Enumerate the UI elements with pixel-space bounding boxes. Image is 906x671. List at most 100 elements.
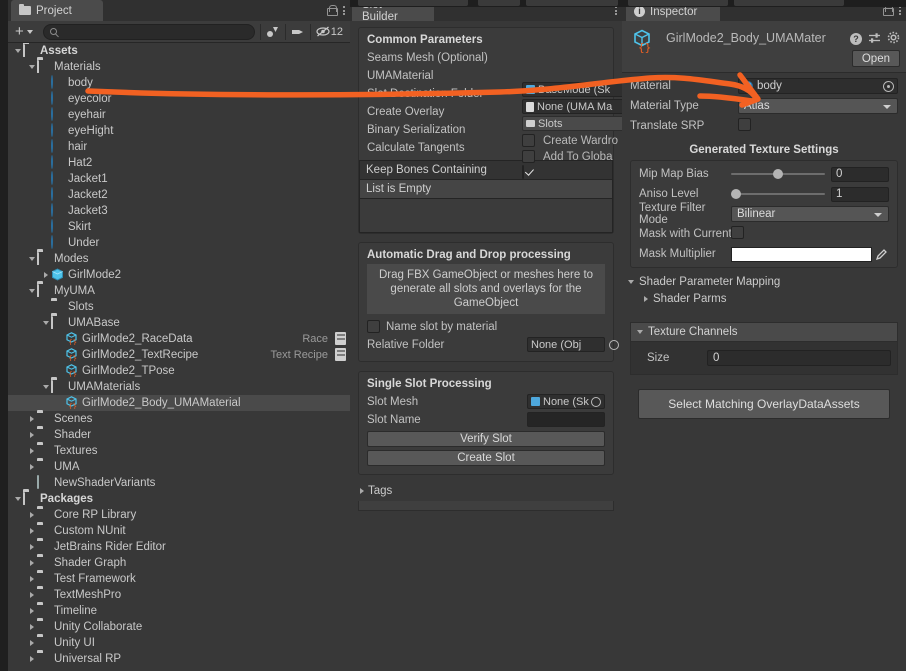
tree-row-girlmode2[interactable]: GirlMode2	[8, 267, 350, 283]
object-picker-icon[interactable]	[591, 396, 601, 407]
chevron-right-icon[interactable]	[26, 464, 37, 470]
tree-row-test-framework[interactable]: Test Framework	[8, 571, 350, 587]
tree-row-umabase[interactable]: UMABase	[8, 315, 350, 331]
chevron-right-icon[interactable]	[26, 432, 37, 438]
slot-destination-field[interactable]: Slots	[522, 116, 632, 131]
tree-row-unity-collaborate[interactable]: Unity Collaborate	[8, 619, 350, 635]
translate-srp-checkbox[interactable]	[738, 118, 751, 131]
chevron-right-icon[interactable]	[26, 544, 37, 550]
tree-row-timeline[interactable]: Timeline	[8, 603, 350, 619]
tree-row-skirt[interactable]: Skirt	[8, 219, 350, 235]
tab-project[interactable]: Project	[11, 0, 103, 21]
chevron-down-icon[interactable]	[26, 257, 37, 261]
tree-row-modes[interactable]: Modes	[8, 251, 350, 267]
tree-row-jetbrains-rider-editor[interactable]: JetBrains Rider Editor	[8, 539, 350, 555]
chevron-down-icon[interactable]	[40, 321, 51, 325]
chevron-right-icon[interactable]	[26, 624, 37, 630]
open-button[interactable]: Open	[851, 50, 900, 67]
mip-map-bias-slider[interactable]	[731, 167, 825, 181]
aniso-level-slider[interactable]	[731, 187, 825, 201]
gear-icon[interactable]	[887, 31, 900, 47]
chevron-down-icon[interactable]	[12, 49, 23, 53]
eyedropper-icon[interactable]	[874, 247, 889, 262]
tree-row-eyehight[interactable]: eyeHight	[8, 123, 350, 139]
tree-row-hair[interactable]: hair	[8, 139, 350, 155]
chevron-right-icon[interactable]	[26, 656, 37, 662]
chevron-down-icon[interactable]	[40, 385, 51, 389]
tree-row-girlmode2-body-umamaterial[interactable]: {} GirlMode2_Body_UMAMaterial	[8, 395, 350, 411]
slot-mesh-field[interactable]: None (Sk	[527, 394, 605, 409]
create-overlay-checkbox[interactable]	[522, 134, 535, 147]
mip-map-bias-value[interactable]: 0	[831, 166, 889, 182]
add-asset-button[interactable]: +	[10, 23, 38, 41]
tree-row-textures[interactable]: Textures	[8, 443, 350, 459]
chevron-right-icon[interactable]	[26, 640, 37, 646]
select-matching-overlaydataassets-button[interactable]: Select Matching OverlayDataAssets	[638, 389, 890, 419]
tree-row-hat2[interactable]: Hat2	[8, 155, 350, 171]
tree-row-unity-ui[interactable]: Unity UI	[8, 635, 350, 651]
tree-row-jacket3[interactable]: Jacket3	[8, 203, 350, 219]
help-icon[interactable]: ?	[850, 33, 862, 45]
chevron-right-icon[interactable]	[26, 448, 37, 454]
tree-row-girlmode2-racedata[interactable]: {} GirlMode2_RaceData Race	[8, 331, 350, 347]
shader-parameter-mapping-foldout[interactable]: Shader Parameter Mapping	[622, 272, 906, 292]
tree-row-core-rp-library[interactable]: Core RP Library	[8, 507, 350, 523]
mask-multiplier-color-field[interactable]	[731, 246, 872, 262]
tree-row-assets[interactable]: Assets	[8, 43, 350, 59]
tree-row-custom-nunit[interactable]: Custom NUnit	[8, 523, 350, 539]
tree-row-girlmode2-textrecipe[interactable]: {} GirlMode2_TextRecipe Text Recipe	[8, 347, 350, 363]
mask-current-checkbox[interactable]	[731, 226, 744, 239]
tree-row-universal-rp[interactable]: Universal RP	[8, 651, 350, 667]
tree-row-newshadervariants[interactable]: NewShaderVariants	[8, 475, 350, 491]
object-picker-icon[interactable]	[883, 81, 894, 92]
chevron-right-icon[interactable]	[26, 576, 37, 582]
dropzone[interactable]: Drag FBX GameObject or meshes here to ge…	[367, 264, 605, 314]
seams-mesh-field[interactable]: BaseMode (Sk	[522, 82, 632, 97]
texture-channels-header[interactable]: Texture Channels	[630, 322, 898, 342]
chevron-right-icon[interactable]	[26, 528, 37, 534]
tree-row-scenes[interactable]: Scenes	[8, 411, 350, 427]
tree-row-jacket2[interactable]: Jacket2	[8, 187, 350, 203]
tree-row-eyecolor[interactable]: eyecolor	[8, 91, 350, 107]
toolbar-button[interactable]	[478, 0, 520, 6]
chevron-right-icon[interactable]	[26, 560, 37, 566]
tree-row-textmeshpro[interactable]: TextMeshPro	[8, 587, 350, 603]
uma-material-field[interactable]: None (UMA Ma	[522, 99, 632, 114]
project-tree[interactable]: Assets Materials body eyecolor eyehair eyeHig…	[8, 43, 350, 671]
chevron-down-icon[interactable]	[26, 289, 37, 293]
tree-row-shader[interactable]: Shader	[8, 427, 350, 443]
add-to-global-checkbox[interactable]	[522, 150, 535, 163]
kebab-icon[interactable]	[343, 6, 345, 15]
toolbar-button[interactable]	[526, 0, 618, 6]
toolbar-button[interactable]	[734, 0, 844, 6]
chevron-right-icon[interactable]	[40, 272, 51, 278]
tree-row-umamaterials[interactable]: UMAMaterials	[8, 379, 350, 395]
search-input[interactable]	[42, 23, 255, 40]
verify-slot-button[interactable]: Verify Slot	[367, 431, 605, 447]
tree-row-materials[interactable]: Materials	[8, 59, 350, 75]
tree-row-slots[interactable]: Slots	[8, 299, 350, 315]
chevron-right-icon[interactable]	[26, 592, 37, 598]
material-field[interactable]: body	[738, 78, 898, 94]
tree-row-myuma[interactable]: MyUMA	[8, 283, 350, 299]
tree-row-uma[interactable]: UMA	[8, 459, 350, 475]
material-type-dropdown[interactable]: Atlas	[738, 98, 898, 114]
chevron-down-icon[interactable]	[12, 497, 23, 501]
tree-row-packages[interactable]: Packages	[8, 491, 350, 507]
chevron-right-icon[interactable]	[26, 416, 37, 422]
create-slot-button[interactable]: Create Slot	[367, 450, 605, 466]
aniso-level-value[interactable]: 1	[831, 186, 889, 202]
toolbar-button[interactable]	[358, 0, 468, 6]
toolbar-button[interactable]	[628, 0, 728, 6]
hidden-items-button[interactable]: 12	[311, 23, 348, 41]
name-slot-checkbox[interactable]	[367, 320, 380, 333]
size-input[interactable]: 0	[707, 350, 891, 366]
slot-name-input[interactable]	[527, 412, 605, 427]
tree-row-eyehair[interactable]: eyehair	[8, 107, 350, 123]
chevron-right-icon[interactable]	[26, 512, 37, 518]
calculate-tangents-checkbox[interactable]	[522, 165, 524, 179]
relative-folder-field[interactable]: None (Obj	[527, 337, 619, 352]
tree-row-shader-graph[interactable]: Shader Graph	[8, 555, 350, 571]
tree-row-girlmode2-tpose[interactable]: {} GirlMode2_TPose	[8, 363, 350, 379]
shader-parms-foldout[interactable]: Shader Parms	[622, 292, 906, 309]
